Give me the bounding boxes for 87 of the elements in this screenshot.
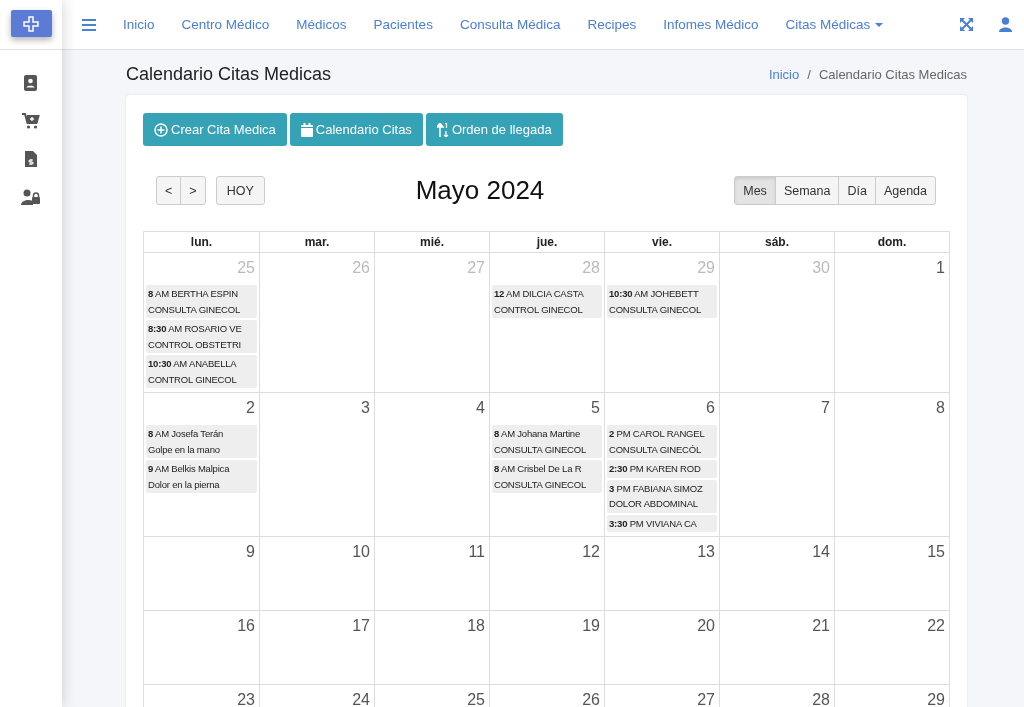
day-number: 7 xyxy=(820,398,831,418)
cart-plus-icon[interactable] xyxy=(22,113,40,129)
calendar-event[interactable]: 8 AM Crisbel De La R CONSULTA GINECOL xyxy=(492,460,602,493)
calendar-event[interactable]: 12 AM DILCIA CASTA CONTROL GINECOL xyxy=(492,285,602,318)
day-number: 1 xyxy=(935,258,946,278)
calendar-event[interactable]: 3:30 PM VIVIANA CA xyxy=(607,514,717,532)
calendar-event[interactable]: 9 AM Belkis Malpica Dolor en la pierna xyxy=(146,460,257,493)
weekday-header: vie. xyxy=(604,232,719,253)
day-number: 12 xyxy=(581,542,601,562)
calendar-event[interactable]: 8:30 AM ROSARIO VE CONTROL OBSTETRI xyxy=(146,320,257,353)
weekday-header: jue. xyxy=(489,232,604,253)
address-card-icon[interactable] xyxy=(24,75,38,91)
weekday-header: dom. xyxy=(834,232,949,253)
day-number: 20 xyxy=(696,616,716,636)
user-lock-icon[interactable] xyxy=(21,189,41,205)
nav-dropdown[interactable]: Citas Médicas xyxy=(785,17,884,32)
day-number: 6 xyxy=(705,398,716,418)
day-number: 2 xyxy=(245,398,256,418)
sort-icon xyxy=(436,122,449,137)
view-tab[interactable]: Semana xyxy=(774,176,840,205)
day-number: 8 xyxy=(935,398,946,418)
day-number: 28 xyxy=(581,258,601,278)
day-number: 28 xyxy=(811,690,831,707)
calendar-event[interactable]: 3 PM FABIANA SIMOZ DOLOR ABDOMINAL xyxy=(607,479,717,513)
day-number: 17 xyxy=(351,616,371,636)
view-tab[interactable]: Agenda xyxy=(874,176,936,205)
day-number: 24 xyxy=(351,690,371,707)
calendar-event[interactable]: 8 AM Johana Martine CONSULTA GINECOL xyxy=(492,425,602,458)
day-number: 27 xyxy=(466,258,486,278)
view-tab[interactable]: Día xyxy=(838,176,876,205)
day-number: 29 xyxy=(926,690,946,707)
day-number: 11 xyxy=(467,542,486,562)
weekday-header: mié. xyxy=(374,232,489,253)
nav-link[interactable]: Centro Médico xyxy=(181,17,270,32)
calendar-event[interactable]: 2 PM CAROL RANGEL CONSULTA GINECÓL xyxy=(607,425,717,458)
calendar-event[interactable]: 2:30 PM KAREN ROD xyxy=(607,460,717,478)
calendar-title: Mayo 2024 xyxy=(414,175,546,206)
page-title: Calendario Citas Medicas xyxy=(126,64,333,85)
day-number: 25 xyxy=(466,690,486,707)
day-number: 29 xyxy=(696,258,716,278)
day-number: 5 xyxy=(590,398,601,418)
day-number: 23 xyxy=(236,690,256,707)
calendar-icon xyxy=(300,122,313,137)
day-number: 21 xyxy=(811,616,831,636)
weekday-header: sáb. xyxy=(719,232,834,253)
menu-icon[interactable] xyxy=(82,18,96,31)
day-number: 19 xyxy=(581,616,601,636)
nav-link[interactable]: Recipes xyxy=(587,17,637,32)
day-number: 27 xyxy=(696,690,716,707)
day-number: 9 xyxy=(245,542,256,562)
nav-button[interactable]: < xyxy=(156,176,182,205)
weekday-header: lun. xyxy=(144,232,259,253)
day-number: 10 xyxy=(351,542,371,562)
nav-button[interactable]: > xyxy=(180,176,206,205)
day-number: 22 xyxy=(926,616,946,636)
nav-link[interactable]: Médicos xyxy=(296,17,347,32)
calendar-event[interactable]: 10:30 AM JOHEBETT CONSULTA GINECOL xyxy=(607,285,717,318)
day-number: 30 xyxy=(811,258,831,278)
breadcrumb-current: Calendario Citas Medicas xyxy=(818,67,967,82)
day-number: 14 xyxy=(811,542,831,562)
day-number: 13 xyxy=(696,542,716,562)
day-number: 4 xyxy=(475,398,486,418)
calendar-event[interactable]: 10:30 AM ANABELLA CONTROL GINECOL xyxy=(146,355,257,388)
nav-link[interactable]: Infomes Médico xyxy=(663,17,759,32)
day-number: 18 xyxy=(466,616,486,636)
nav-link[interactable]: Pacientes xyxy=(373,17,433,32)
day-number: 15 xyxy=(926,542,946,562)
plus-circle-icon xyxy=(154,122,168,137)
day-number: 26 xyxy=(581,690,601,707)
day-number: 26 xyxy=(351,258,371,278)
plus-icon xyxy=(23,15,39,32)
weekday-header: mar. xyxy=(259,232,374,253)
logo-button[interactable] xyxy=(10,10,52,37)
nav-link[interactable]: Inicio xyxy=(123,17,155,32)
breadcrumb-separator: / xyxy=(807,67,811,82)
calendar-event[interactable]: 8 AM Josefa Terán Golpe en la mano xyxy=(146,425,257,458)
nav-link[interactable]: Consulta Médica xyxy=(459,17,561,32)
day-number: 3 xyxy=(360,398,371,418)
user-icon[interactable] xyxy=(999,17,1012,32)
view-tab[interactable]: Mes xyxy=(734,176,776,205)
invoice-dollar-icon[interactable] xyxy=(25,151,37,167)
day-number: 16 xyxy=(236,616,256,636)
day-number: 25 xyxy=(236,258,256,278)
fullscreen-icon[interactable] xyxy=(960,18,973,31)
today-button[interactable]: HOY xyxy=(215,176,265,205)
breadcrumb-link[interactable]: Inicio xyxy=(768,67,800,82)
calendar-event[interactable]: 8 AM BERTHA ESPIN CONSULTA GINECOL xyxy=(146,285,257,318)
